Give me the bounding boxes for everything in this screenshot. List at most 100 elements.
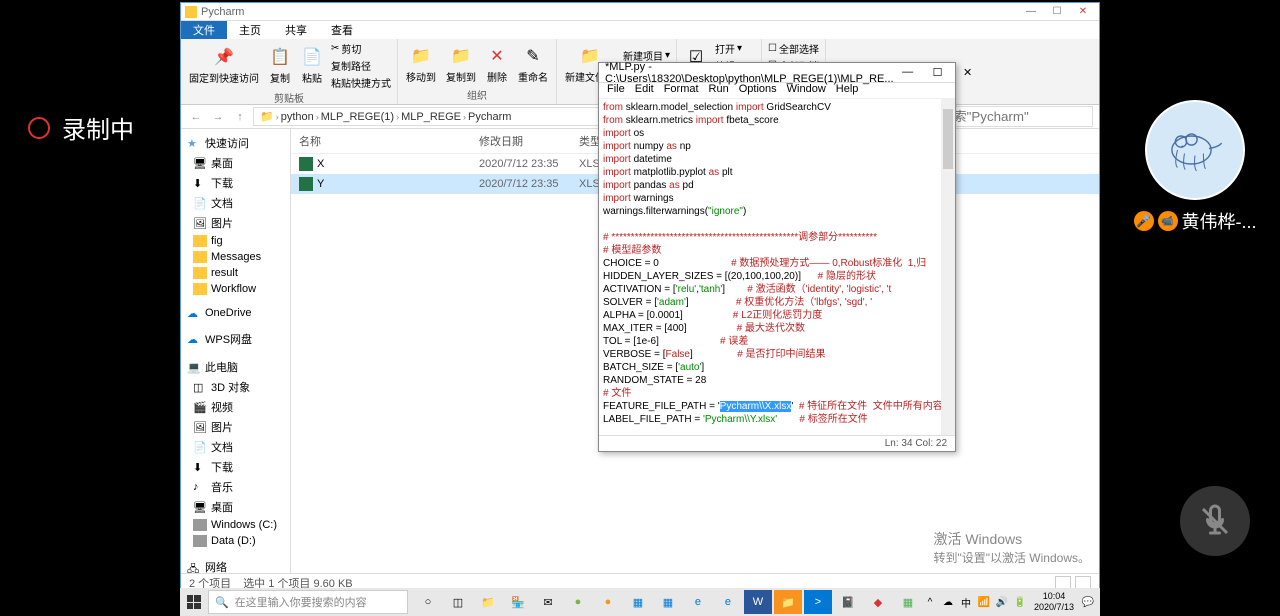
move-button[interactable]: 📁移动到 [404,43,438,86]
menu-edit[interactable]: Edit [631,83,658,98]
sidebar-item-dl2[interactable]: ⬇下载 [181,457,290,477]
pin-icon: 📌 [213,46,235,68]
clock[interactable]: 10:042020/7/13 [1030,591,1078,613]
sidebar-item-documents[interactable]: 📄文档 [181,193,290,213]
avatar[interactable] [1145,100,1245,200]
sidebar-item-3d[interactable]: ◫3D 对象 [181,377,290,397]
sidebar-item-desktop2[interactable]: 🖥桌面 [181,497,290,517]
tray-battery-icon[interactable]: 🔋 [1012,597,1028,608]
maximize-button[interactable]: ☐ [1045,5,1069,19]
menu-file[interactable]: File [603,83,629,98]
camera-icon[interactable]: 📹 [1158,211,1178,231]
taskbar-app[interactable]: ▦ [624,590,652,614]
forward-button[interactable]: → [209,108,227,126]
taskbar-app[interactable]: ▦ [654,590,682,614]
taskbar-app[interactable]: ● [594,590,622,614]
taskview-button[interactable]: ◫ [444,590,472,614]
delete-button[interactable]: ✕删除 [484,43,510,86]
taskbar-app[interactable]: ◆ [864,590,892,614]
menu-options[interactable]: Options [735,83,781,98]
taskbar-app[interactable]: W [744,590,772,614]
paste-shortcut-button[interactable]: 粘贴快捷方式 [331,75,391,90]
taskbar: 🔍在这里输入你要搜索的内容 ○ ◫ 📁 🏪 ✉ ● ● ▦ ▦ e e W 📁 … [180,588,1100,616]
tab-file[interactable]: 文件 [181,21,227,39]
close-button[interactable]: ✕ [1071,5,1095,19]
menu-help[interactable]: Help [832,83,863,98]
taskbar-app[interactable]: 📓 [834,590,862,614]
sidebar-item-videos[interactable]: 🎬视频 [181,397,290,417]
sidebar-item-c-drive[interactable]: Windows (C:) [181,517,290,533]
taskbar-search[interactable]: 🔍在这里输入你要搜索的内容 [208,590,408,614]
tray-wifi-icon[interactable]: 📶 [976,597,992,608]
pin-button[interactable]: 📌固定到快速访问 [187,44,261,87]
menu-format[interactable]: Format [660,83,703,98]
tray-ime-icon[interactable]: 中 [958,595,974,610]
tab-share[interactable]: 共享 [273,21,319,39]
tab-view[interactable]: 查看 [319,21,365,39]
code-area[interactable]: from sklearn.model_selection import Grid… [599,99,955,435]
taskbar-app[interactable]: 🏪 [504,590,532,614]
start-button[interactable] [180,588,208,616]
editor-titlebar[interactable]: *MLP.py - C:\Users\18320\Desktop\python\… [599,63,955,83]
cut-button[interactable]: ✂ 剪切 [331,41,391,56]
mouse-drawing-icon [1160,115,1230,185]
close-button[interactable]: ✕ [954,66,982,79]
col-name[interactable]: 名称 [299,133,479,149]
taskbar-app[interactable]: 📁 [774,590,802,614]
taskbar-app[interactable]: ● [564,590,592,614]
sidebar-thispc[interactable]: 💻此电脑 [181,357,290,377]
taskbar-app[interactable]: 📁 [474,590,502,614]
sidebar-item-result[interactable]: result [181,265,290,281]
group-organize: 组织 [404,87,550,102]
mic-on-icon[interactable]: 🎤 [1134,211,1154,231]
copyto-button[interactable]: 📁复制到 [444,43,478,86]
taskbar-app[interactable]: > [804,590,832,614]
open-button[interactable]: 打开 ▾ [715,41,755,56]
scrollbar-thumb[interactable] [943,109,953,169]
folder-icon [193,235,207,247]
up-button[interactable]: ↑ [231,108,249,126]
tray-volume-icon[interactable]: 🔊 [994,597,1010,608]
sidebar-network[interactable]: 🖧网络 [181,557,290,573]
maximize-button[interactable]: ☐ [924,66,952,79]
copypath-button[interactable]: 复制路径 [331,58,391,73]
taskbar-app[interactable]: e [714,590,742,614]
tray-up-icon[interactable]: ^ [922,597,938,608]
paste-button[interactable]: 📄粘贴 [299,44,325,87]
picture-icon: 🖼 [193,421,207,433]
sidebar-item-fig[interactable]: fig [181,233,290,249]
menu-run[interactable]: Run [705,83,733,98]
search-input[interactable] [933,106,1093,127]
selectall-button[interactable]: ☐ 全部选择 [768,41,819,56]
window-title: Pycharm [201,6,244,18]
sidebar-item-downloads[interactable]: ⬇下载 [181,173,290,193]
copy-button[interactable]: 📋复制 [267,44,293,87]
sidebar-item-d-drive[interactable]: Data (D:) [181,533,290,549]
minimize-button[interactable]: — [894,66,922,79]
taskbar-app[interactable]: ▦ [894,590,922,614]
sidebar-quick-access[interactable]: ★快速访问 [181,133,290,153]
taskbar-app[interactable]: ✉ [534,590,562,614]
notification-button[interactable]: 💬 [1080,597,1096,608]
sidebar-onedrive[interactable]: ☁OneDrive [181,305,290,321]
sidebar-item-pictures2[interactable]: 🖼图片 [181,417,290,437]
titlebar[interactable]: Pycharm — ☐ ✕ [181,3,1099,21]
back-button[interactable]: ← [187,108,205,126]
scrollbar[interactable] [941,99,955,435]
tab-home[interactable]: 主页 [227,21,273,39]
sidebar-wps[interactable]: ☁WPS网盘 [181,329,290,349]
sidebar-item-workflow[interactable]: Workflow [181,281,290,297]
col-date[interactable]: 修改日期 [479,133,579,149]
menu-window[interactable]: Window [783,83,830,98]
sidebar-item-messages[interactable]: Messages [181,249,290,265]
sidebar-item-pictures[interactable]: 🖼图片 [181,213,290,233]
sidebar-item-desktop[interactable]: 🖥桌面 [181,153,290,173]
minimize-button[interactable]: — [1019,5,1043,19]
taskbar-app[interactable]: e [684,590,712,614]
cortana-button[interactable]: ○ [414,590,442,614]
rename-button[interactable]: ✎重命名 [516,43,550,86]
sidebar-item-music[interactable]: ♪音乐 [181,477,290,497]
sidebar-item-docs2[interactable]: 📄文档 [181,437,290,457]
mute-button[interactable] [1180,486,1250,556]
tray-cloud-icon[interactable]: ☁ [940,597,956,608]
